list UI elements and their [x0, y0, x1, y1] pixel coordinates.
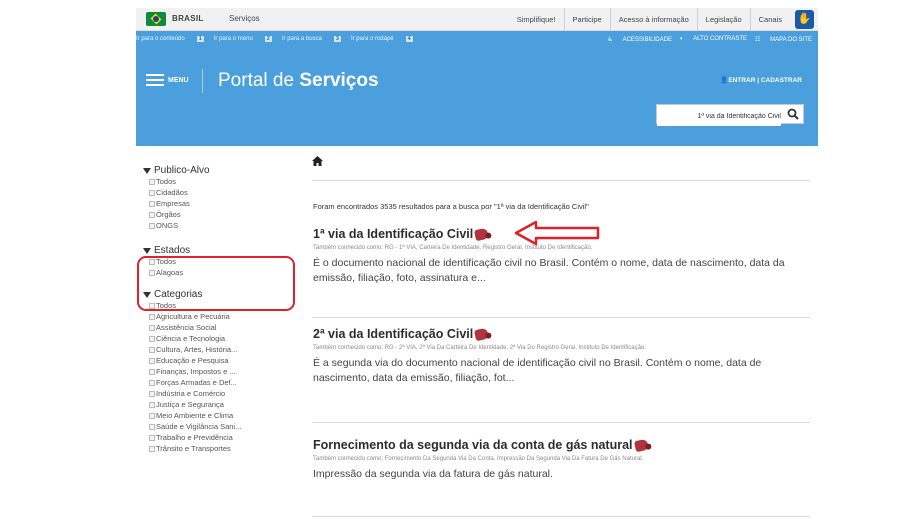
skip-link-search[interactable]: Ir para a busca 3: [282, 36, 341, 42]
checkbox-icon[interactable]: [149, 357, 155, 364]
filter-option[interactable]: Trânsito e Transportes: [149, 443, 293, 454]
divider: [312, 317, 810, 318]
checkbox-icon[interactable]: [149, 211, 155, 218]
facet-title: Publico-Alvo: [143, 165, 293, 176]
filter-option[interactable]: Assistência Social: [149, 322, 293, 333]
filter-option[interactable]: Órgãos: [149, 209, 293, 220]
result-description: É a segunda via do documento nacional de…: [313, 357, 762, 384]
participe-link[interactable]: Participe: [563, 8, 610, 31]
search-box: [656, 104, 804, 126]
tag-icon: [633, 438, 649, 452]
result-title[interactable]: 2ª via da Identificação Civil: [313, 327, 808, 341]
facet-categorias: Categorias Todos Agricultura e Pecuária …: [143, 289, 293, 454]
result-description: Impressão da segunda via da fatura de gá…: [313, 468, 553, 480]
filter-option[interactable]: Agricultura e Pecuária: [149, 311, 293, 322]
menu-button[interactable]: MENU: [146, 74, 189, 86]
facet-publico-alvo: Publico-Alvo Todos Cidadãos Empresas Órg…: [143, 165, 293, 231]
login-link[interactable]: 👤ENTRAR | CADASTRAR: [720, 76, 802, 84]
checkbox-icon[interactable]: [149, 324, 155, 331]
filter-option[interactable]: ONGS: [149, 220, 293, 231]
checkbox-icon[interactable]: [149, 346, 155, 353]
search-input[interactable]: [657, 107, 781, 126]
filter-option[interactable]: Meio Ambiente e Clima: [149, 410, 293, 421]
filter-option[interactable]: Trabalho e Previdência: [149, 432, 293, 443]
checkbox-icon[interactable]: [149, 222, 155, 229]
result-aka: Também conhecido como: Fornecimento Da S…: [313, 456, 644, 462]
checkbox-icon[interactable]: [149, 390, 155, 397]
result-item: 2ª via da Identificação Civil Também con…: [313, 327, 808, 386]
accessibility-link[interactable]: ♿ ACESSIBILIDADE: [608, 36, 672, 43]
checkbox-icon[interactable]: [149, 423, 155, 430]
checkbox-icon[interactable]: [149, 401, 155, 408]
accessibility-hand-icon[interactable]: ✋: [795, 10, 814, 29]
filter-option[interactable]: Justiça e Segurança: [149, 399, 293, 410]
result-aka: Também conhecido como: RG - 2ª VIA, 2ª V…: [313, 345, 646, 351]
divider: [312, 422, 810, 423]
simplifique-link[interactable]: Simplifique!: [509, 8, 564, 31]
portal-header: Ir para o conteúdo 1 Ir para o menu 2 Ir p…: [136, 31, 818, 146]
brazil-flag-icon[interactable]: [146, 12, 166, 26]
checkbox-icon[interactable]: [149, 434, 155, 441]
result-description: É o documento nacional de identificação …: [313, 257, 785, 284]
menu-label: MENU: [168, 76, 189, 84]
filter-option[interactable]: Forças Armadas e Def...: [149, 377, 293, 388]
portal-title[interactable]: Portal de Serviços: [218, 70, 379, 92]
facet-title: Estados: [143, 245, 293, 256]
checkbox-icon[interactable]: [149, 445, 155, 452]
estados-highlight-annotation: [137, 256, 295, 311]
filter-option[interactable]: Indústria e Comércio: [149, 388, 293, 399]
arrow-icon: [514, 220, 600, 246]
filter-option[interactable]: Cultura, Artes, História...: [149, 344, 293, 355]
filter-option[interactable]: Ciência e Tecnologia: [149, 333, 293, 344]
canais-link[interactable]: Canais: [749, 8, 790, 31]
funnel-icon: [143, 247, 151, 254]
sitemap-link[interactable]: ☷ MAPA DO SITE: [755, 36, 812, 43]
checkbox-icon[interactable]: [149, 189, 155, 196]
acesso-informacao-link[interactable]: Acesso à informação: [609, 8, 697, 31]
header-divider: [202, 69, 203, 93]
tag-icon: [474, 327, 490, 341]
checkbox-icon[interactable]: [149, 368, 155, 375]
gov-bar: BRASIL Serviços Simplifique! Participe A…: [136, 8, 818, 31]
checkbox-icon[interactable]: [149, 178, 155, 185]
checkbox-icon[interactable]: [149, 379, 155, 386]
skip-link-menu[interactable]: Ir para o menu 2: [214, 36, 272, 42]
header-utility-links: ♿ ACESSIBILIDADE ◐ ALTO CONTRASTE ☷ MAPA…: [600, 36, 812, 43]
result-item: Fornecimento da segunda via da conta de …: [313, 438, 808, 482]
result-title[interactable]: Fornecimento da segunda via da conta de …: [313, 438, 808, 452]
filter-option[interactable]: Educação e Pesquisa: [149, 355, 293, 366]
skip-link-footer[interactable]: Ir para o rodapé 4: [351, 36, 413, 42]
filter-option[interactable]: Saúde e Vigilância Sani...: [149, 421, 293, 432]
divider: [312, 516, 810, 517]
funnel-icon: [143, 167, 151, 174]
results-summary: Foram encontrados 3535 resultados para a…: [313, 202, 589, 211]
skip-links: Ir para o conteúdo 1 Ir para o menu 2 Ir p…: [136, 36, 423, 42]
checkbox-icon[interactable]: [149, 412, 155, 419]
high-contrast-link[interactable]: ◐ ALTO CONTRASTE: [680, 36, 747, 43]
skip-link-content[interactable]: Ir para o conteúdo 1: [136, 36, 204, 42]
hamburger-icon: [146, 74, 164, 86]
home-icon[interactable]: [312, 156, 323, 166]
checkbox-icon[interactable]: [149, 335, 155, 342]
legislacao-link[interactable]: Legislação: [696, 8, 750, 31]
filter-option[interactable]: Todos: [149, 176, 293, 187]
checkbox-icon[interactable]: [149, 313, 155, 320]
gov-bar-links: Simplifique! Participe Acesso à informaç…: [509, 8, 790, 31]
checkbox-icon[interactable]: [149, 200, 155, 207]
filter-option[interactable]: Finanças, Impostos e ...: [149, 366, 293, 377]
brasil-link[interactable]: BRASIL: [172, 14, 204, 23]
filter-option[interactable]: Empresas: [149, 198, 293, 209]
tag-icon: [474, 227, 490, 241]
search-icon[interactable]: [787, 108, 799, 120]
filter-option[interactable]: Cidadãos: [149, 187, 293, 198]
divider: [312, 180, 810, 181]
servicos-link[interactable]: Serviços: [229, 14, 260, 23]
